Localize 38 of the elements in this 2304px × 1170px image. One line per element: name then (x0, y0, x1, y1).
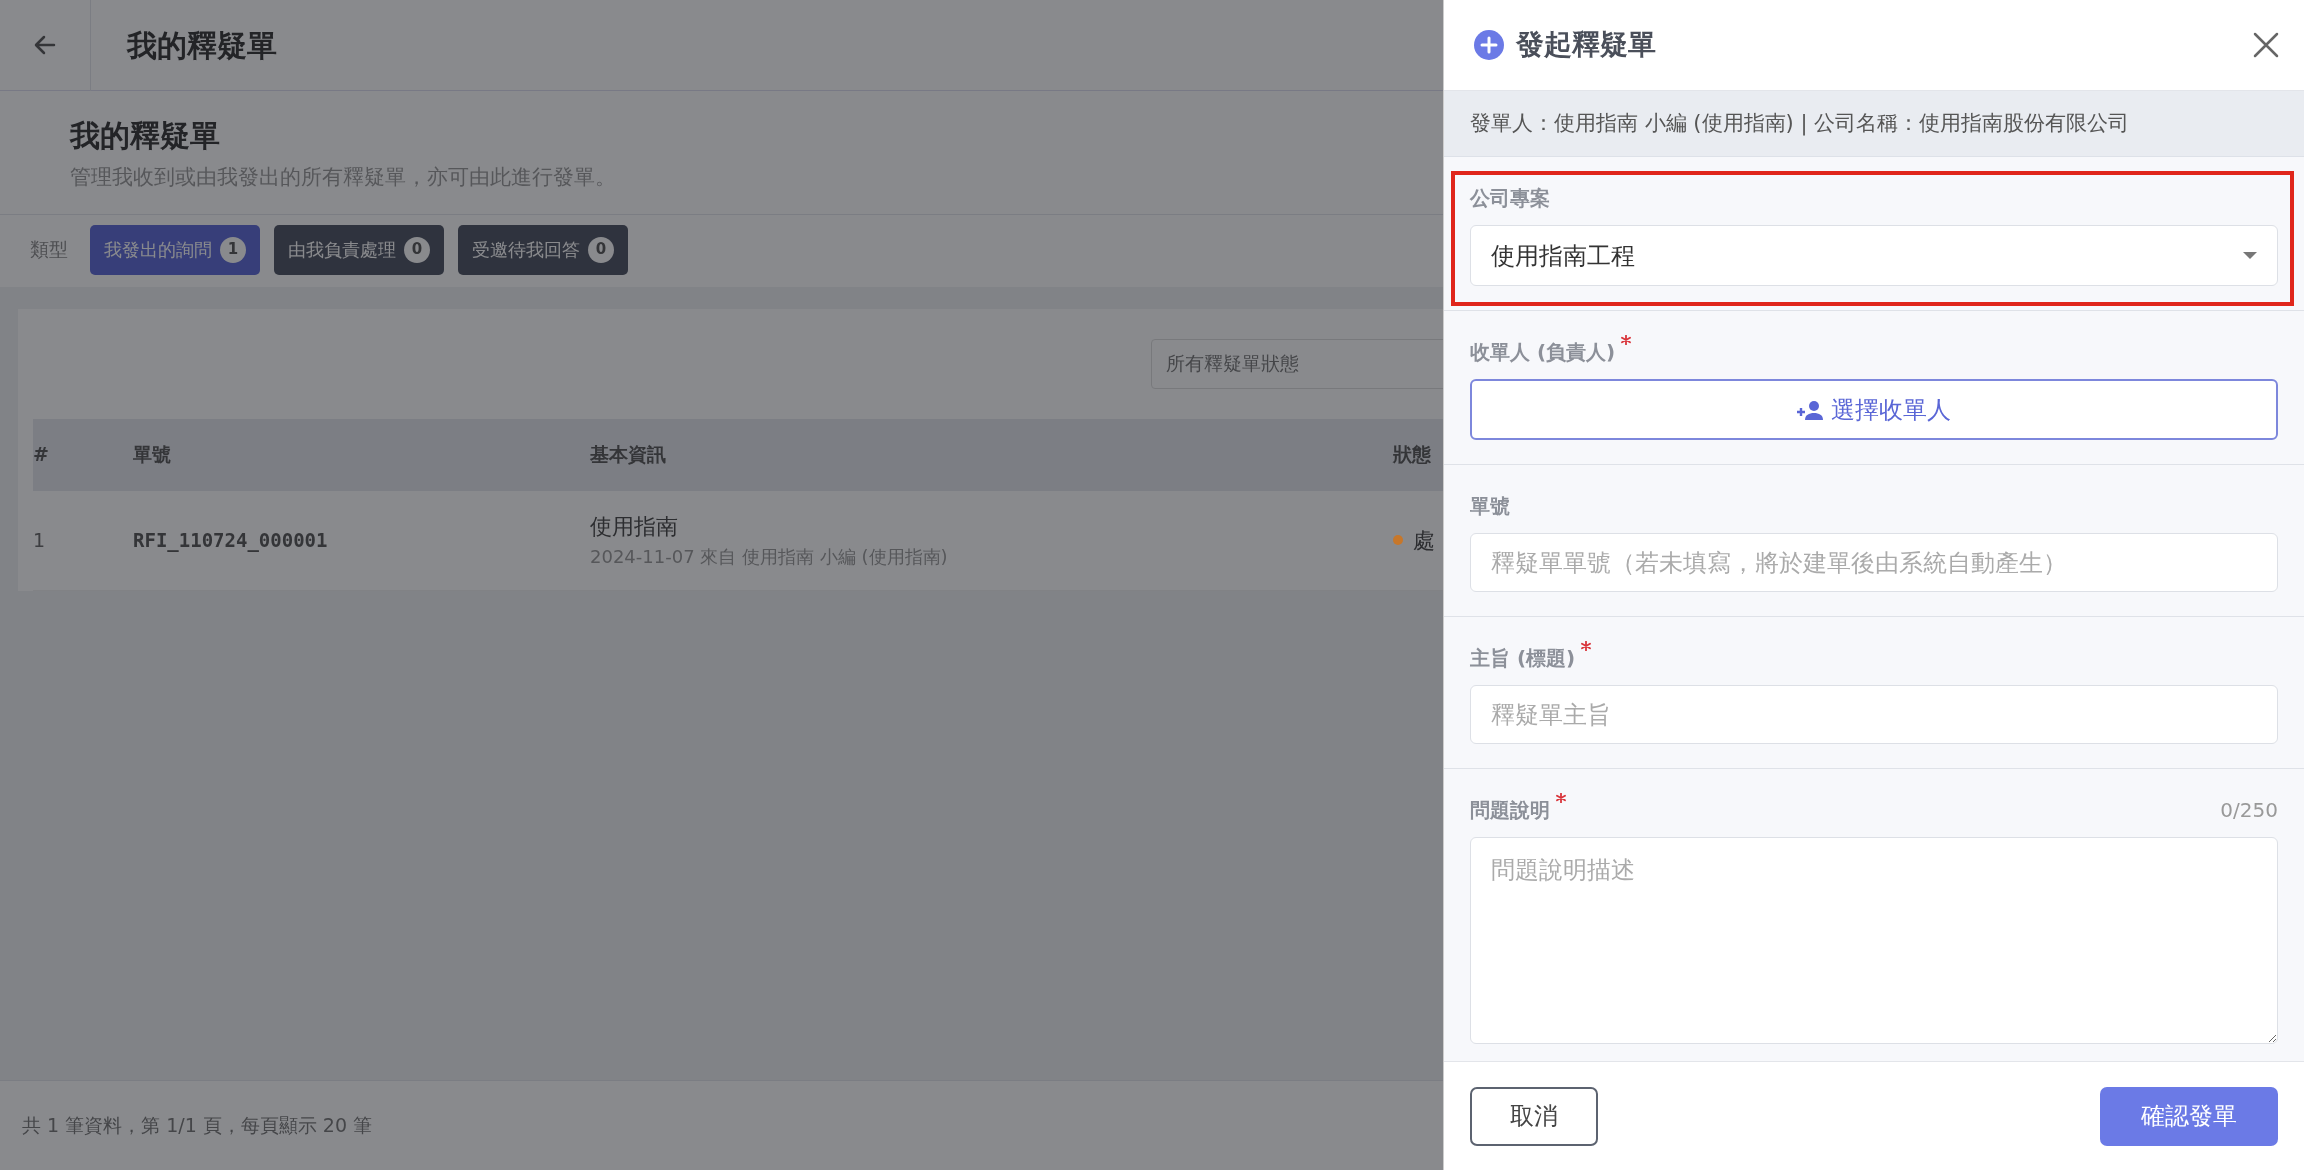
field-label: 單號 (1470, 493, 1510, 520)
count-badge: 0 (404, 236, 430, 263)
pagination-text: 共 1 筆資料，第 1/1 頁，每頁顯示 20 筆 (22, 1113, 373, 1139)
page-header-title: 我的釋疑單 (125, 26, 277, 65)
column-header: 狀態 (1393, 418, 1443, 491)
field-label: 收單人 (負責人) (1470, 339, 1616, 366)
project-select[interactable]: 使用指南工程 (1470, 225, 2278, 286)
count-badge: 0 (588, 236, 614, 263)
filter-label: 類型 (30, 237, 68, 263)
filter-chip[interactable]: 我發出的詢問 1 (90, 224, 260, 275)
row-title: 使用指南 (590, 513, 679, 541)
plus-circle-icon (1474, 30, 1504, 60)
confirm-button[interactable]: 確認發單 (2100, 1086, 2278, 1146)
character-counter: 0/250 (2220, 797, 2278, 824)
table-cell-text: RFI_110724_000001 (133, 527, 329, 554)
field-label: 公司專案 (1470, 185, 1550, 212)
close-icon (2252, 31, 2280, 59)
filter-chip[interactable]: 受邀待我回答 0 (458, 224, 628, 275)
column-header: 單號 (133, 418, 590, 491)
page-title: 我的釋疑單 (70, 117, 221, 155)
input-field[interactable]: 釋疑單主旨 (1470, 685, 2278, 744)
description-textarea[interactable]: 問題說明描述 (1470, 837, 2278, 1044)
count-badge: 1 (220, 236, 246, 263)
field-label: 問題說明 (1470, 797, 1550, 824)
filter-chip[interactable]: 由我負責處理 0 (274, 224, 444, 275)
status-text: 處 (1413, 526, 1435, 555)
cancel-button[interactable]: 取消 (1470, 1086, 1598, 1146)
column-header: # (33, 418, 133, 491)
status-filter-select[interactable]: 所有釋疑單狀態 (1151, 338, 1443, 389)
add-person-icon (1797, 399, 1823, 420)
field-label: 主旨 (標題) (1470, 645, 1576, 672)
issuer-info-text: 發單人：使用指南 小編 (使用指南) | 公司名稱：使用指南股份有限公司 (1444, 91, 2304, 157)
select-recipient-button[interactable]: 選擇收單人 (1470, 379, 2278, 440)
table-cell: 1 (33, 490, 133, 591)
column-header: 基本資訊 (590, 418, 1393, 491)
drawer-title: 發起釋疑單 (1516, 27, 1656, 63)
input-field[interactable]: 釋疑單單號（若未填寫，將於建單後由系統自動產生） (1470, 533, 2278, 592)
caret-icon (2243, 252, 2257, 259)
